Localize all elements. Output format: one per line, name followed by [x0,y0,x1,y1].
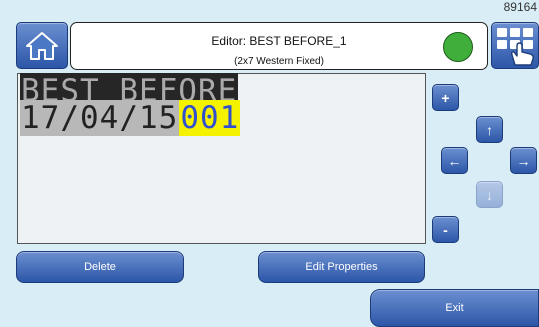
home-icon [26,31,58,60]
editor-subtitle: (2x7 Western Fixed) [234,56,324,67]
delete-button[interactable]: Delete [16,251,184,283]
date-field[interactable]: 17/04/15 [20,100,180,136]
status-indicator [443,32,473,62]
message-line-2: 17/04/15001 [20,100,241,136]
editor-title: Editor: BEST BEFORE_1 [211,34,347,48]
move-right-button[interactable]: → [510,147,537,174]
zoom-out-button[interactable]: - [432,216,459,243]
move-up-button[interactable]: ↑ [476,116,503,143]
exit-button[interactable]: Exit [370,289,539,327]
keypad-icon [497,28,534,66]
editor-title-box: Editor: BEST BEFORE_1 (2x7 Western Fixed… [70,22,488,70]
message-editor-canvas[interactable]: BEST BEFORE 17/04/15001 [17,73,426,244]
zoom-in-button[interactable]: + [432,84,459,111]
edit-properties-button[interactable]: Edit Properties [258,251,425,283]
corner-code: 89164 [503,0,537,14]
home-button[interactable] [16,22,68,69]
selected-counter-field[interactable]: 001 [179,100,241,136]
keypad-button[interactable] [491,22,539,69]
move-left-button[interactable]: ← [441,147,468,174]
move-down-button[interactable]: ↓ [476,181,503,208]
